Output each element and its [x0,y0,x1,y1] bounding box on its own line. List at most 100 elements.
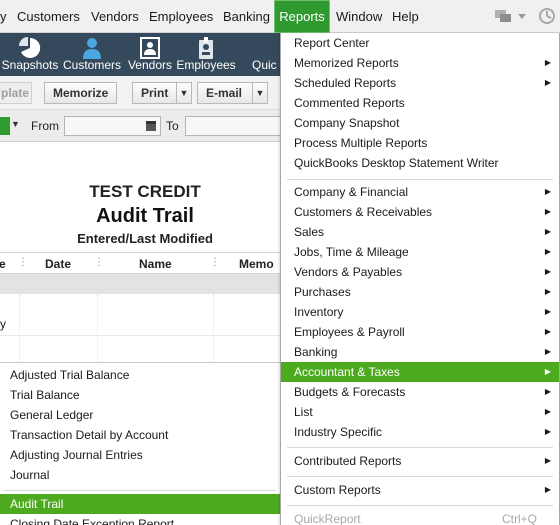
menu-partial-company[interactable]: y [0,0,7,33]
submenu-adjusted-trial-balance[interactable]: Adjusted Trial Balance [0,365,280,385]
menu-customers[interactable]: Customers [17,0,80,33]
submenu-trial-balance[interactable]: Trial Balance [0,385,280,405]
menu-item-label: Budgets & Forecasts [294,385,406,399]
chevron-down-icon[interactable]: ▼ [11,119,20,129]
dates-dropdown[interactable] [0,117,10,135]
report-group-band [0,274,280,294]
column-separator[interactable]: ⋮ [94,257,104,268]
menu-item-budgets-forecasts[interactable]: Budgets & Forecasts ▶ [281,382,559,402]
menu-reports[interactable]: Reports [274,0,330,33]
report-toolbar: plate Memorize Print ▼ E-mail ▼ [0,76,280,110]
chevron-down-icon[interactable] [516,7,528,25]
menu-item-commented-reports[interactable]: Commented Reports [281,93,559,113]
submenu-closing-date-exception-report[interactable]: Closing Date Exception Report [0,514,280,525]
submenu-arrow-icon: ▶ [544,485,551,494]
menu-bar: y Customers Vendors Employees Banking Re… [0,0,560,33]
vendors-label: Vendors [127,58,173,72]
column-separator[interactable]: ⋮ [210,257,220,268]
print-dropdown-caret[interactable]: ▼ [176,82,192,104]
template-button[interactable]: plate [0,82,32,104]
menu-item-industry-specific[interactable]: Industry Specific ▶ [281,422,559,442]
menu-item-label: Scheduled Reports [294,76,397,90]
from-date-input[interactable] [64,116,161,136]
submenu-arrow-icon: ▶ [544,456,551,465]
submenu-journal[interactable]: Journal [0,465,280,485]
email-dropdown-caret[interactable]: ▼ [252,82,268,104]
menu-item-label: Report Center [294,36,370,50]
vendors-button[interactable]: Vendors [120,33,180,76]
reports-dropdown-menu: Report Center Memorized Reports ▶ Schedul… [280,33,560,525]
column-gridline [213,294,214,362]
menu-item-label: Process Multiple Reports [294,136,428,150]
menu-item-sales[interactable]: Sales ▶ [281,222,559,242]
employees-label: Employees [176,58,236,72]
email-button[interactable]: E-mail [197,82,253,104]
column-header-memo[interactable]: Memo [239,257,274,271]
customers-button[interactable]: Customers [62,33,122,76]
menu-item-label: QuickReport [294,512,361,525]
menu-vendors[interactable]: Vendors [91,0,139,33]
column-gridline [19,294,20,362]
quick-button[interactable]: Quic [240,33,280,76]
submenu-adjusting-journal-entries[interactable]: Adjusting Journal Entries [0,445,280,465]
menu-item-jobs-time-mileage[interactable]: Jobs, Time & Mileage ▶ [281,242,559,262]
chat-icon[interactable] [494,7,512,25]
menu-item-label: Company & Financial [294,185,409,199]
to-date-input[interactable] [185,116,282,136]
menu-item-customers-receivables[interactable]: Customers & Receivables ▶ [281,202,559,222]
menu-item-vendors-payables[interactable]: Vendors & Payables ▶ [281,262,559,282]
report-company-name: TEST CREDIT [89,182,201,201]
menu-item-list[interactable]: List ▶ [281,402,559,422]
menu-item-employees-payroll[interactable]: Employees & Payroll ▶ [281,322,559,342]
report-subtitle: Entered/Last Modified [77,231,213,246]
menu-divider [287,447,553,448]
date-filter-row: ▼ From To [0,110,282,142]
memorize-button[interactable]: Memorize [44,82,117,104]
menu-item-process-multiple-reports[interactable]: Process Multiple Reports [281,133,559,153]
submenu-arrow-icon: ▶ [544,78,551,87]
print-button[interactable]: Print [132,82,177,104]
column-header-date[interactable]: Date [45,257,71,271]
menu-item-label: Purchases [294,285,351,299]
menu-item-company-financial[interactable]: Company & Financial ▶ [281,182,559,202]
column-separator[interactable]: ⋮ [18,257,28,268]
menu-divider [287,476,553,477]
submenu-arrow-icon: ▶ [544,347,551,356]
menu-item-statement-writer[interactable]: QuickBooks Desktop Statement Writer [281,153,559,173]
menu-item-accountant-taxes[interactable]: Accountant & Taxes ▶ [281,362,559,382]
column-header-name[interactable]: Name [139,257,172,271]
submenu-audit-trail[interactable]: Audit Trail [0,494,280,514]
employees-button[interactable]: Employees [176,33,236,76]
calendar-icon[interactable] [146,121,156,131]
menu-help[interactable]: Help [392,0,419,33]
menu-item-custom-reports[interactable]: Custom Reports ▶ [281,480,559,500]
submenu-arrow-icon: ▶ [544,427,551,436]
submenu-general-ledger[interactable]: General Ledger [0,405,280,425]
menu-item-memorized-reports[interactable]: Memorized Reports ▶ [281,53,559,73]
column-header-type[interactable]: e [0,257,6,271]
menu-window[interactable]: Window [336,0,382,33]
menu-item-label: Custom Reports [294,483,381,497]
submenu-divider [4,490,276,491]
menu-employees[interactable]: Employees [149,0,213,33]
snapshots-button[interactable]: Snapshots [0,33,60,76]
clock-icon[interactable] [538,7,556,25]
accountant-taxes-submenu: Adjusted Trial Balance Trial Balance Gen… [0,362,280,525]
from-label: From [31,119,59,133]
menu-item-report-center[interactable]: Report Center [281,33,559,53]
submenu-arrow-icon: ▶ [544,387,551,396]
column-gridline [97,294,98,362]
snapshots-label: Snapshots [1,58,59,72]
menu-item-label: QuickBooks Desktop Statement Writer [294,156,499,170]
icon-bar: Snapshots Customers Vendors Employees Qu… [0,33,280,76]
submenu-arrow-icon: ▶ [544,247,551,256]
menu-item-inventory[interactable]: Inventory ▶ [281,302,559,322]
menu-item-banking[interactable]: Banking ▶ [281,342,559,362]
menu-banking[interactable]: Banking [223,0,270,33]
menu-item-contributed-reports[interactable]: Contributed Reports ▶ [281,451,559,471]
submenu-transaction-detail-by-account[interactable]: Transaction Detail by Account [0,425,280,445]
menu-item-purchases[interactable]: Purchases ▶ [281,282,559,302]
menu-item-scheduled-reports[interactable]: Scheduled Reports ▶ [281,73,559,93]
menu-item-label: Inventory [294,305,344,319]
menu-item-company-snapshot[interactable]: Company Snapshot [281,113,559,133]
